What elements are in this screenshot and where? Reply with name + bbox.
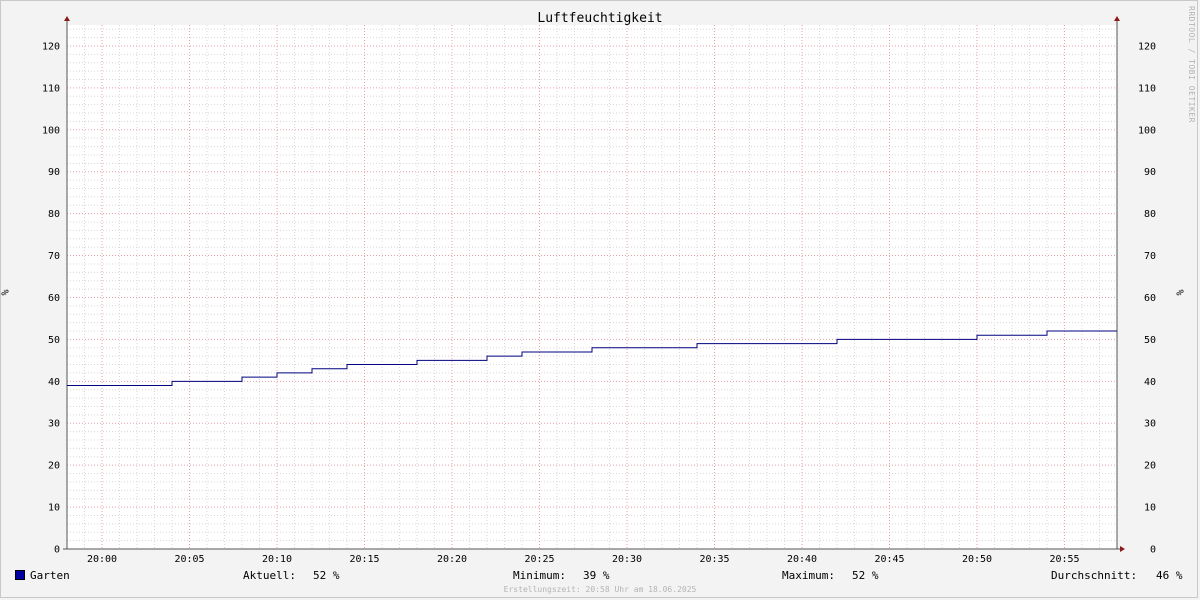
legend: Garten Aktuell: 52 % Minimum: 39 % Maxim… bbox=[0, 569, 1200, 583]
y-tick-label-right: 60 bbox=[1144, 293, 1156, 304]
y-axis-label-right: % bbox=[1173, 289, 1185, 296]
y-tick-label-right: 90 bbox=[1144, 167, 1156, 178]
x-tick-label: 20:45 bbox=[874, 554, 904, 565]
y-tick-label-right: 10 bbox=[1144, 503, 1156, 514]
creation-time: Erstellungszeit: 20:58 Uhr am 18.06.2025 bbox=[503, 585, 697, 594]
y-tick-label-left: 10 bbox=[48, 503, 60, 514]
x-axis-arrow bbox=[1120, 546, 1125, 552]
current-value: 52 % bbox=[313, 569, 340, 582]
y-tick-label-left: 70 bbox=[48, 251, 60, 262]
current-label: Aktuell: bbox=[243, 569, 296, 582]
y-tick-label-left: 110 bbox=[42, 83, 60, 94]
y-tick-label-left: 120 bbox=[42, 41, 60, 52]
x-tick-label: 20:35 bbox=[699, 554, 729, 565]
y-tick-label-left: 100 bbox=[42, 125, 60, 136]
maximum-label: Maximum: bbox=[782, 569, 835, 582]
maximum-value: 52 % bbox=[852, 569, 879, 582]
average-value: 46 % bbox=[1156, 569, 1183, 582]
x-tick-label: 20:10 bbox=[262, 554, 292, 565]
chart-plot: 0 0 10 10 20 20 30 30 40 40 50 50 60 60 70 70 80 80 90 90 10… bbox=[42, 16, 1156, 565]
x-tick-label: 20:55 bbox=[1049, 554, 1079, 565]
y-tick-label-right: 80 bbox=[1144, 209, 1156, 220]
y-tick-label-right: 100 bbox=[1138, 125, 1156, 136]
y-tick-label-left: 80 bbox=[48, 209, 60, 220]
watermark: RRDTOOL / TOBI OETIKER bbox=[1187, 6, 1196, 123]
x-tick-label: 20:05 bbox=[174, 554, 204, 565]
y-tick-label-left: 20 bbox=[48, 461, 60, 472]
x-tick-label: 20:25 bbox=[524, 554, 554, 565]
x-tick-label: 20:40 bbox=[787, 554, 817, 565]
x-tick-label: 20:30 bbox=[612, 554, 642, 565]
y-tick-label-left: 30 bbox=[48, 419, 60, 430]
legend-series-name: Garten bbox=[30, 569, 70, 582]
y-tick-label-left: 50 bbox=[48, 335, 60, 346]
y-tick-label-right: 20 bbox=[1144, 461, 1156, 472]
x-tick-label: 20:15 bbox=[349, 554, 379, 565]
minimum-label: Minimum: bbox=[513, 569, 566, 582]
y-tick-label-left: 60 bbox=[48, 293, 60, 304]
y-tick-label-left: 40 bbox=[48, 377, 60, 388]
y-tick-label-right: 30 bbox=[1144, 419, 1156, 430]
y-tick-label-right: 70 bbox=[1144, 251, 1156, 262]
x-tick-label: 20:00 bbox=[87, 554, 117, 565]
y-tick-label-right: 110 bbox=[1138, 83, 1156, 94]
y-tick-label-right: 120 bbox=[1138, 41, 1156, 52]
legend-swatch bbox=[15, 570, 25, 580]
x-tick-label: 20:20 bbox=[437, 554, 467, 565]
y-tick-label-left: 90 bbox=[48, 167, 60, 178]
y-tick-label-right: 40 bbox=[1144, 377, 1156, 388]
y-tick-label-right: 0 bbox=[1150, 545, 1156, 556]
average-label: Durchschnitt: bbox=[1051, 569, 1138, 582]
x-tick-label: 20:50 bbox=[962, 554, 992, 565]
y-tick-label-left: 0 bbox=[54, 545, 60, 556]
minimum-value: 39 % bbox=[583, 569, 610, 582]
y-axis-label-left: % bbox=[0, 289, 12, 296]
chart-title: Luftfeuchtigkeit bbox=[537, 11, 663, 26]
y-tick-label-right: 50 bbox=[1144, 335, 1156, 346]
